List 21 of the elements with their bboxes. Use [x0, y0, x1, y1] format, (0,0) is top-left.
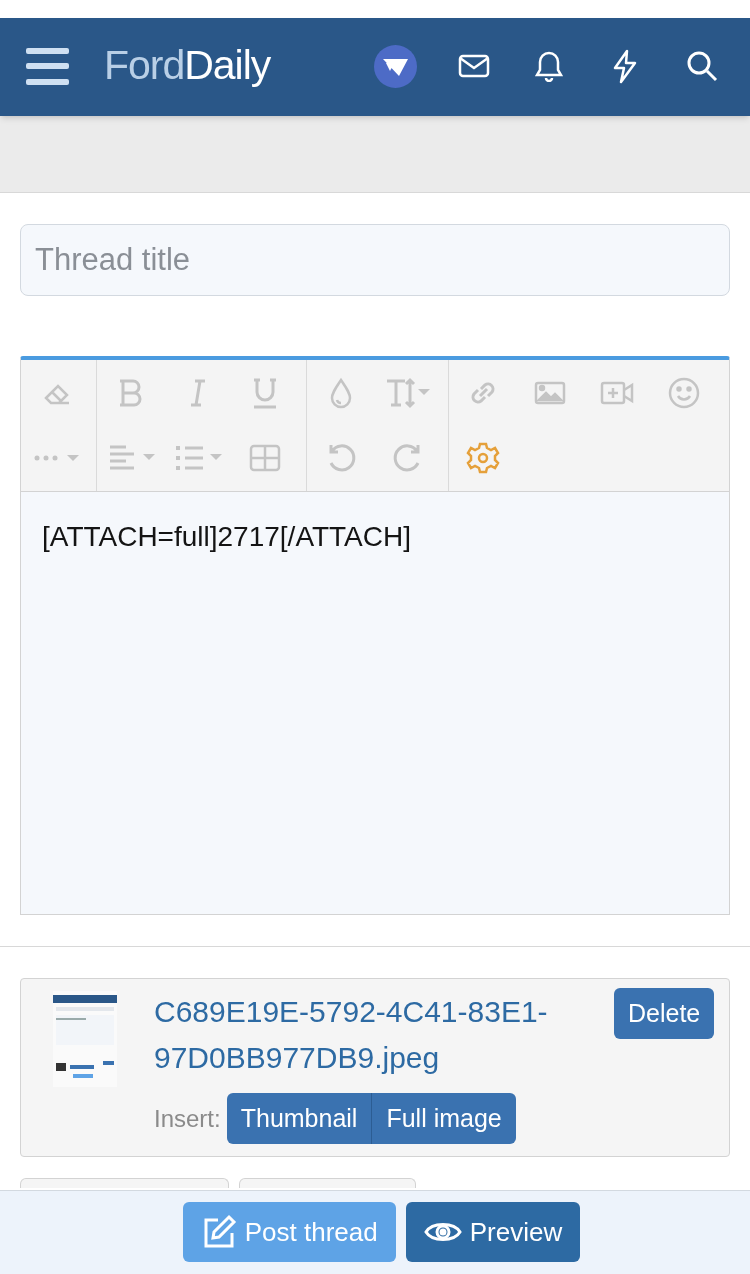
- insert-option-button[interactable]: Full image: [371, 1093, 516, 1144]
- lightning-icon[interactable]: [612, 49, 638, 84]
- smiley-icon[interactable]: [666, 375, 701, 410]
- site-logo[interactable]: FordDaily: [104, 40, 271, 90]
- editor-text-area[interactable]: [ATTACH=full]2717[/ATTACH]: [21, 492, 729, 914]
- insert-label: Insert:: [154, 1103, 221, 1134]
- preview-button[interactable]: Preview: [405, 1202, 581, 1262]
- editor-content: [ATTACH=full]2717[/ATTACH]: [42, 520, 413, 554]
- thread-title-field[interactable]: Thread title: [20, 224, 730, 296]
- avatar-icon[interactable]: [374, 45, 417, 88]
- partial-button[interactable]: [239, 1178, 416, 1188]
- post-thread-button[interactable]: Post thread: [182, 1202, 396, 1262]
- attachment-filename[interactable]: C689E19E-5792-4C41-83E1-97D0BB977DB9.jpeg: [154, 989, 574, 1081]
- mail-icon[interactable]: [458, 54, 490, 78]
- bell-icon[interactable]: [535, 50, 563, 82]
- delete-button[interactable]: Delete: [614, 988, 715, 1039]
- partial-button[interactable]: [20, 1178, 229, 1188]
- search-icon[interactable]: [686, 50, 718, 82]
- gear-icon[interactable]: [465, 441, 500, 476]
- menu-icon[interactable]: [26, 48, 69, 85]
- insert-option-button[interactable]: Thumbnail: [226, 1093, 372, 1144]
